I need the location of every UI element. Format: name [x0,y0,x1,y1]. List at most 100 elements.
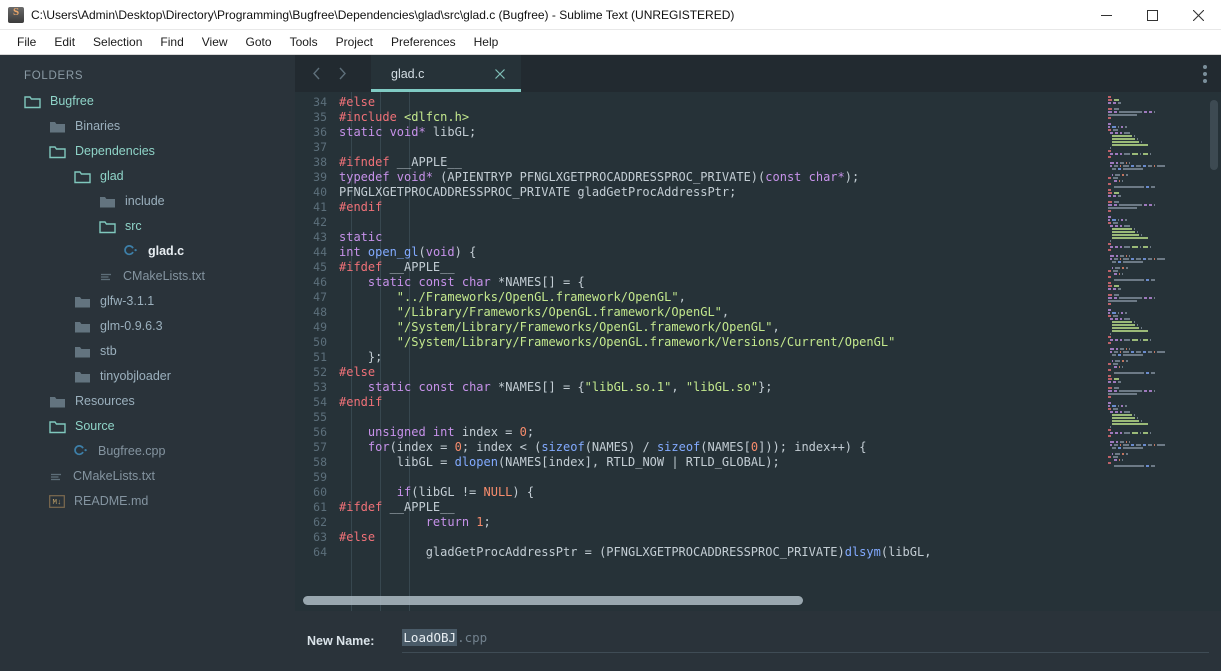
tree-item-bugfree[interactable]: Bugfree [0,89,295,114]
tree-item-stb[interactable]: stb [0,339,295,364]
line-content: #ifdef __APPLE__ [339,499,455,514]
line-content: PFNGLXGETPROCADDRESSPROC_PRIVATE gladGet… [339,184,737,199]
chevron-left-icon[interactable] [309,66,323,82]
tree-item-resources[interactable]: Resources [0,389,295,414]
tree-item-glad[interactable]: glad [0,164,295,189]
tree-item-label: Bugfree [50,94,94,109]
menu-item-goto[interactable]: Goto [237,31,281,53]
code-line: 44 int open_gl(void) { [295,244,1104,259]
code-line: 51 }; [295,349,1104,364]
close-icon[interactable] [493,67,507,81]
maximize-icon[interactable] [1129,0,1175,30]
rename-label: New Name: [307,634,375,648]
line-number: 62 [313,514,327,529]
tab-bar: glad.c [295,55,1221,92]
tree-item-glm-0-9-6-3[interactable]: glm-0.9.6.3 [0,314,295,339]
line-content: static [339,229,383,244]
code-line: 42 [295,214,1104,229]
tree-item-cmakelists-txt[interactable]: CMakeLists.txt [0,464,295,489]
folder-closed-icon [74,295,91,309]
line-content: gladGetProcAddressPtr = (PFNGLXGETPROCAD… [339,544,932,559]
menu-item-selection[interactable]: Selection [84,31,151,53]
minimize-icon[interactable] [1083,0,1129,30]
code-line: 36 static void* libGL; [295,124,1104,139]
line-content: #ifndef __APPLE__ [339,154,462,169]
code-editor[interactable]: 34 #else 35 #include <dlfcn.h> 36 static void… [295,92,1104,611]
line-content: #else [339,364,376,379]
sidebar-heading: FOLDERS [24,70,84,82]
code-line: 43 static [295,229,1104,244]
tree-item-label: glad.c [148,244,185,259]
line-number: 58 [313,454,327,469]
line-number: 64 [313,544,327,559]
close-icon[interactable] [1175,0,1221,30]
c-file-icon [124,244,139,259]
tree-item-glad-c[interactable]: glad.c [0,239,295,264]
tree-item-cmakelists-txt[interactable]: CMakeLists.txt [0,264,295,289]
line-content: #endif [339,199,383,214]
tree-item-glfw-3-1-1[interactable]: glfw-3.1.1 [0,289,295,314]
tree-item-source[interactable]: Source [0,414,295,439]
menu-item-edit[interactable]: Edit [45,31,84,53]
line-content: typedef void* (APIENTRYP PFNGLXGETPROCAD… [339,169,860,184]
menu-item-tools[interactable]: Tools [281,31,327,53]
tree-item-tinyobjloader[interactable]: tinyobjloader [0,364,295,389]
line-number: 59 [313,469,327,484]
more-vertical-icon[interactable] [1203,64,1207,83]
line-content: "/System/Library/Frameworks/OpenGL.frame… [339,319,780,334]
tree-item-dependencies[interactable]: Dependencies [0,139,295,164]
rename-input[interactable]: LoadOBJ .cpp [402,629,1209,653]
code-line: 62 return 1; [295,514,1104,529]
tree-item-include[interactable]: include [0,189,295,214]
tree-item-readme-md[interactable]: M↓ README.md [0,489,295,514]
rename-input-panel: New Name: LoadOBJ .cpp [295,611,1221,671]
line-number: 39 [313,169,327,184]
folder-tree: Bugfree Binaries Dependencies glad include sr… [0,89,295,514]
menu-item-help[interactable]: Help [465,31,508,53]
tree-item-label: glfw-3.1.1 [100,294,155,309]
line-content: "../Frameworks/OpenGL.framework/OpenGL", [339,289,686,304]
code-line: 34 #else [295,94,1104,109]
line-number: 49 [313,319,327,334]
folder-closed-icon [74,320,91,334]
line-number: 46 [313,274,327,289]
c-file-icon [74,444,89,459]
menu-item-preferences[interactable]: Preferences [382,31,465,53]
menu-item-project[interactable]: Project [327,31,382,53]
line-content: static void* libGL; [339,124,477,139]
tree-item-bugfree-cpp[interactable]: Bugfree.cpp [0,439,295,464]
tree-item-label: stb [100,344,117,359]
minimap-scroll-thumb[interactable] [1210,100,1218,170]
svg-text:M↓: M↓ [52,499,61,507]
minimap[interactable] [1104,92,1221,611]
tree-item-binaries[interactable]: Binaries [0,114,295,139]
line-number: 47 [313,289,327,304]
tree-item-label: CMakeLists.txt [123,269,205,284]
line-number: 36 [313,124,327,139]
code-line: 58 libGL = dlopen(NAMES[index], RTLD_NOW… [295,454,1104,469]
tree-item-label: glad [100,169,124,184]
folder-open-icon [49,420,66,434]
tree-item-label: include [125,194,165,209]
line-number: 57 [313,439,327,454]
horizontal-scrollbar[interactable] [303,596,803,605]
line-number: 63 [313,529,327,544]
menu-item-view[interactable]: View [193,31,237,53]
code-line: 55 [295,409,1104,424]
menu-bar: File Edit Selection Find View Goto Tools Projec… [0,30,1221,55]
line-content: #endif [339,394,383,409]
tree-item-src[interactable]: src [0,214,295,239]
line-number: 56 [313,424,327,439]
menu-item-find[interactable]: Find [151,31,192,53]
folder-closed-icon [49,120,66,134]
line-number: 34 [313,94,327,109]
menu-item-file[interactable]: File [8,31,45,53]
line-content: static const char *NAMES[] = { [339,274,585,289]
tab-glad-c[interactable]: glad.c [371,55,521,92]
line-number: 45 [313,259,327,274]
line-number: 40 [313,184,327,199]
tree-item-label: src [125,219,142,234]
chevron-right-icon[interactable] [335,66,349,82]
tree-item-label: tinyobjloader [100,369,171,384]
code-area: 34 #else 35 #include <dlfcn.h> 36 static void… [295,92,1221,611]
